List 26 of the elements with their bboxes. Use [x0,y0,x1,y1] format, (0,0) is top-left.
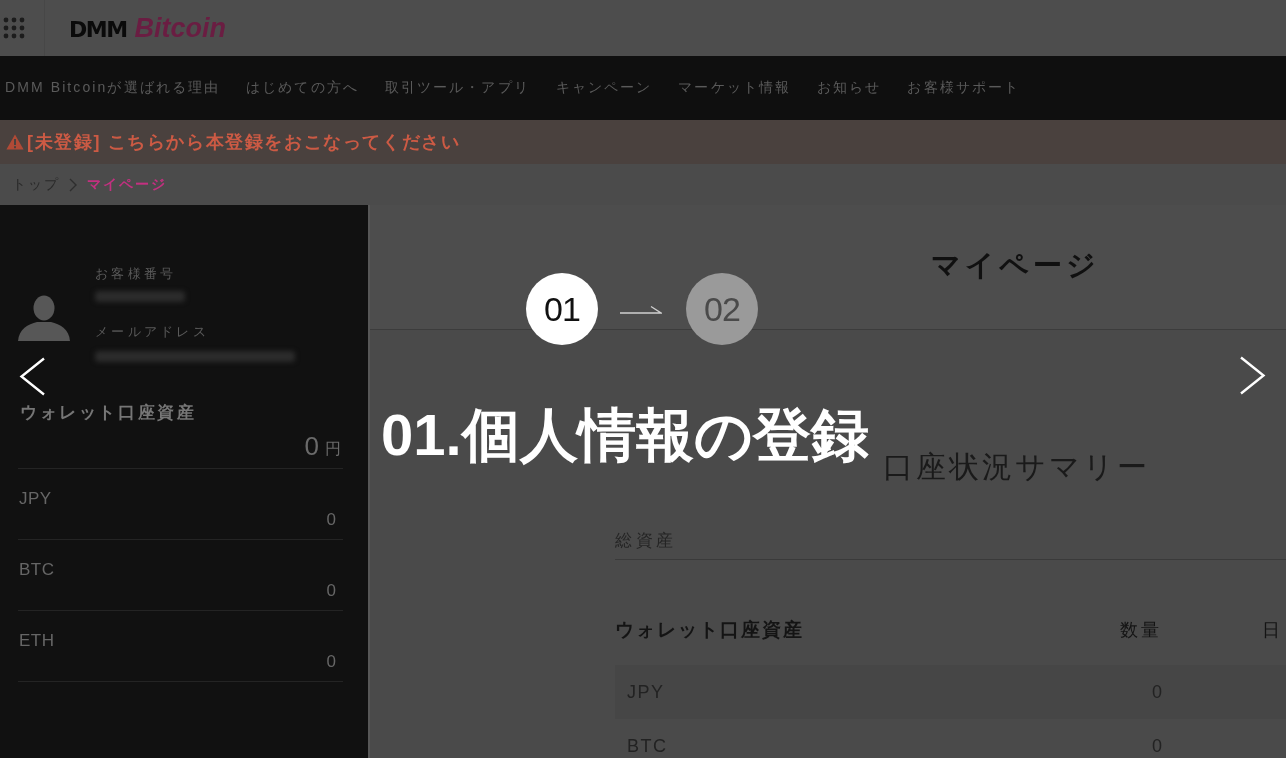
breadcrumb-link[interactable]: マイページ [87,175,167,194]
asset-name: JPY [19,489,52,509]
asset-amount: 0 [326,652,336,672]
avatar-icon [18,295,70,341]
asset-amount: 0 [326,510,336,530]
tutorial-title: 01.個人情報の登録 [381,402,869,468]
nav-link[interactable]: DMM Bitcoinが選ばれる理由 [5,79,221,97]
nav-link[interactable]: お客様サポート [907,79,1021,97]
page-title: マイページ [931,248,1100,283]
registration-link[interactable]: [未登録] こちらから本登録をおこなってください [27,130,461,154]
section-title: ウォレット口座資産 [20,403,198,423]
asset-name: ETH [19,631,55,651]
nav-link[interactable]: マーケット情報 [678,79,792,97]
currency-unit: 円 [325,439,341,459]
chevron-right-icon[interactable] [1239,356,1266,395]
nav-link[interactable]: 取引ツール・アプリ [384,79,530,97]
chevron-left-icon[interactable] [19,357,46,396]
warning-icon [6,134,24,150]
nav-link[interactable]: キャンペーン [555,79,653,97]
field-label: お客様番号 [95,266,177,282]
total-value: 0 [304,433,319,459]
chevron-right-icon [69,177,78,192]
nav-link[interactable]: お知らせ [817,79,882,97]
asset-amount: 0 [326,581,336,601]
nav-link[interactable]: はじめての方へ [246,79,359,97]
asset-name: BTC [19,560,55,580]
